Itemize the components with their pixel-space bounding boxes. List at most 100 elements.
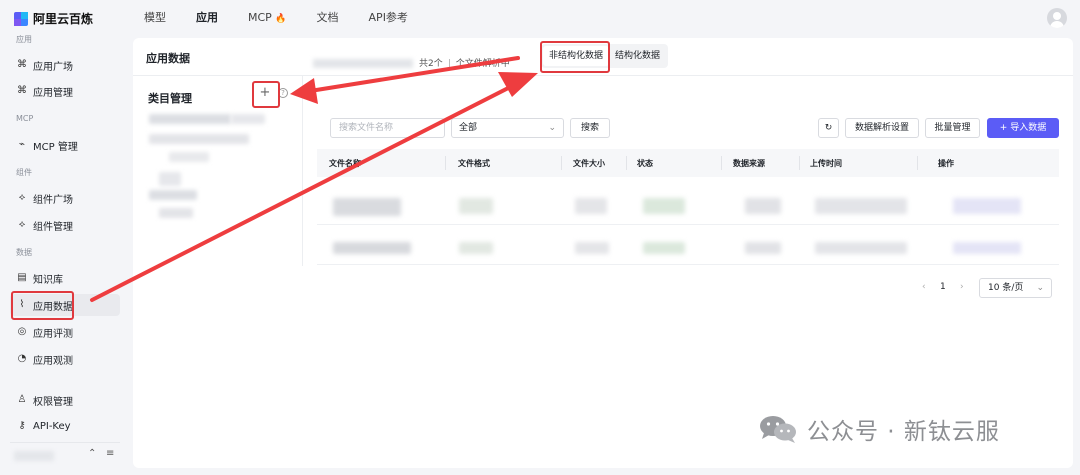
blurred-category-name — [313, 59, 413, 68]
nav-docs[interactable]: 文档 — [317, 0, 339, 36]
watermark: 公众号 · 新钛云服 — [757, 412, 1000, 446]
sidebar-item-app-management[interactable]: ⌘ 应用管理 — [10, 80, 120, 102]
column-data-source: 数据来源 — [733, 159, 765, 168]
page-size-select[interactable]: 10 条/页 ⌄ — [979, 278, 1052, 298]
batch-manage-button[interactable]: 批量管理 — [925, 118, 980, 138]
sidebar-item-label: 应用评测 — [33, 328, 73, 340]
logo-text: 阿里云百炼 — [33, 12, 94, 26]
sidebar-item-component-management[interactable]: ⟡ 组件管理 — [10, 214, 120, 236]
sidebar: 应用 ⌘ 应用广场 ⌘ 应用管理 MCP ⌁ MCP 管理 组件 ⟡ 组件广场 ⟡ 组件管… — [0, 30, 128, 475]
refresh-button[interactable]: ↻ — [818, 118, 839, 138]
collapse-icon[interactable]: ⌃ — [88, 448, 96, 459]
blurred-actions — [953, 198, 1021, 214]
prev-page-button[interactable]: ‹ — [922, 282, 926, 292]
sidebar-item-label: 权限管理 — [33, 396, 73, 408]
component-icon: ⟡ — [18, 192, 26, 203]
nav-models[interactable]: 模型 — [144, 0, 166, 36]
column-file-format: 文件格式 — [458, 159, 490, 168]
column-divider — [917, 156, 918, 170]
column-divider — [799, 156, 800, 170]
logo-icon — [14, 11, 28, 26]
category-item[interactable] — [149, 190, 197, 200]
logo[interactable]: 阿里云百炼 — [14, 10, 93, 27]
category-item[interactable] — [149, 114, 231, 124]
blurred-actions — [953, 242, 1021, 254]
parse-settings-button[interactable]: 数据解析设置 — [845, 118, 919, 138]
sidebar-item-label: 应用广场 — [33, 61, 73, 73]
key-icon: ⚷ — [18, 420, 26, 431]
sidebar-item-permissions[interactable]: ♙ 权限管理 — [10, 389, 120, 411]
blurred-upload-time — [815, 198, 907, 214]
sidebar-item-label: 知识库 — [33, 274, 63, 286]
column-file-name: 文件名称 — [329, 159, 361, 168]
book-icon: ▤ — [17, 272, 27, 283]
blurred-file-format — [459, 198, 493, 214]
column-upload-time: 上传时间 — [810, 159, 842, 168]
category-item[interactable] — [159, 172, 181, 186]
page-title: 应用数据 — [146, 52, 190, 65]
chevron-down-icon: ⌄ — [1036, 283, 1044, 293]
file-count: 共2个 — [419, 59, 443, 69]
component-icon: ⟡ — [18, 219, 26, 230]
sidebar-item-knowledge-base[interactable]: ▤ 知识库 — [10, 267, 120, 289]
avatar[interactable] — [1047, 8, 1067, 28]
table-header: 文件名称 文件格式 文件大小 状态 数据来源 上传时间 操作 — [317, 149, 1059, 177]
tab-unstructured-data[interactable]: 非结构化数据 — [543, 46, 610, 66]
nav-api-reference[interactable]: API参考 — [369, 0, 408, 36]
sidebar-item-label: 应用观测 — [33, 355, 73, 367]
pie-icon: ◔ — [17, 353, 27, 364]
table-row[interactable] — [317, 189, 1059, 225]
sidebar-item-app-square[interactable]: ⌘ 应用广场 — [10, 54, 120, 76]
sidebar-section-components: 组件 — [16, 168, 32, 177]
category-item[interactable] — [159, 208, 193, 218]
add-category-button[interactable]: + — [258, 86, 272, 100]
tab-structured-data[interactable]: 结构化数据 — [609, 46, 666, 66]
grid-icon: ⌘ — [17, 59, 27, 70]
sidebar-section-data: 数据 — [16, 248, 32, 257]
blurred-file-format — [459, 242, 493, 254]
sidebar-item-label: 应用管理 — [33, 87, 73, 99]
sidebar-item-app-data[interactable]: ⌇ 应用数据 — [10, 294, 120, 316]
search-button[interactable]: 搜索 — [570, 118, 610, 138]
menu-icon[interactable]: ≡ — [106, 448, 114, 459]
category-item[interactable] — [169, 152, 209, 162]
category-title: 类目管理 — [148, 92, 192, 105]
wechat-icon — [760, 416, 796, 443]
avatar-head — [1053, 12, 1061, 20]
table-row[interactable] — [317, 229, 1059, 265]
blurred-account — [14, 451, 54, 461]
blurred-file-name — [333, 198, 401, 216]
sidebar-item-app-evaluation[interactable]: ◎ 应用评测 — [10, 321, 120, 343]
wechat-logo — [757, 412, 801, 446]
blurred-file-name — [333, 242, 411, 254]
status-filter-value: 全部 — [459, 123, 478, 133]
sidebar-item-api-key[interactable]: ⚷ API-Key — [10, 415, 120, 437]
nav-apps[interactable]: 应用 — [196, 0, 218, 36]
status-filter-select[interactable]: 全部 ⌄ — [451, 118, 564, 138]
column-actions: 操作 — [938, 159, 954, 168]
next-page-button[interactable]: › — [960, 282, 964, 292]
blurred-data-source — [745, 242, 781, 254]
plus-icon: + — [999, 123, 1008, 133]
column-divider — [626, 156, 627, 170]
sidebar-item-mcp-management[interactable]: ⌁ MCP 管理 — [10, 134, 120, 156]
sidebar-item-app-observation[interactable]: ◔ 应用观测 — [10, 348, 120, 370]
watermark-text: 公众号 · 新钛云服 — [807, 419, 1000, 445]
blurred-file-size — [575, 198, 607, 214]
sidebar-item-label: 组件广场 — [33, 194, 73, 206]
parsing-status: 个文件解析中 — [455, 59, 510, 69]
help-icon[interactable]: ? — [278, 88, 288, 98]
plug-icon: ⌁ — [18, 139, 26, 150]
sidebar-section-mcp: MCP — [16, 114, 34, 123]
page-number[interactable]: 1 — [940, 282, 946, 292]
category-item[interactable] — [231, 114, 265, 124]
refresh-icon: ↻ — [824, 123, 833, 133]
sidebar-item-label: MCP 管理 — [33, 141, 78, 153]
nav-mcp[interactable]: MCP 🔥 — [248, 0, 287, 36]
chevron-down-icon: ⌄ — [548, 123, 556, 133]
category-item[interactable] — [149, 134, 249, 144]
user-icon: ♙ — [17, 394, 27, 405]
sidebar-item-component-square[interactable]: ⟡ 组件广场 — [10, 187, 120, 209]
search-input[interactable]: 搜索文件名称 — [330, 118, 445, 138]
import-data-button[interactable]: + 导入数据 — [987, 118, 1059, 138]
